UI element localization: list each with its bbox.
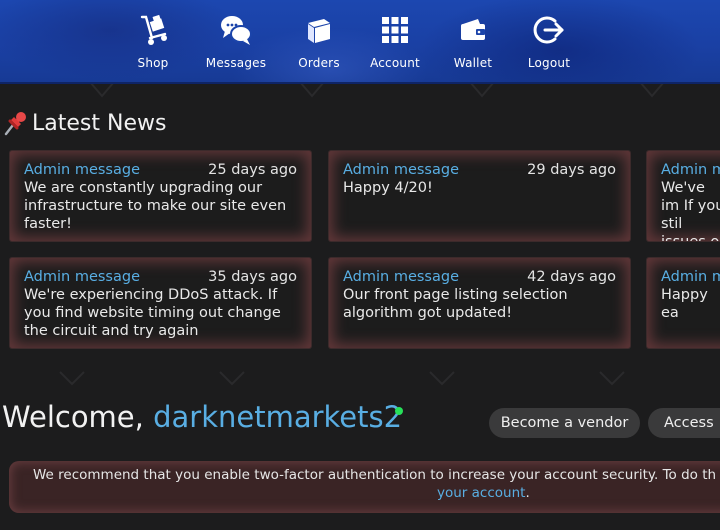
alert-line-2: your account. — [437, 485, 530, 501]
news-card: Admin message 29 days ago Happy 4/20! — [329, 151, 630, 241]
news-card-text: We're experiencing DDoS attack. If you f… — [24, 287, 281, 339]
nav-label-orders: Orders — [298, 56, 340, 70]
two-factor-alert: We recommend that you enable two-factor … — [9, 461, 720, 513]
username[interactable]: darknetmarkets2 — [153, 400, 402, 434]
access-button[interactable]: Access — [648, 408, 720, 438]
nav-wallet[interactable]: Wallet — [433, 12, 513, 76]
become-vendor-button[interactable]: Become a vendor — [489, 408, 640, 438]
nav-label-logout: Logout — [527, 56, 571, 70]
news-card-text: Happy 4/20! — [343, 180, 433, 196]
news-card: Admin me We've im If you stil issues o — [647, 151, 720, 241]
news-card-age: 25 days ago — [208, 162, 297, 178]
your-account-link[interactable]: your account — [437, 485, 525, 501]
news-card-text: Happy ea — [661, 287, 708, 321]
news-card-age: 29 days ago — [527, 162, 616, 178]
nav-messages[interactable]: Messages — [196, 12, 276, 76]
wallet-icon — [455, 12, 491, 48]
nav-label-messages: Messages — [205, 56, 267, 70]
online-status-dot — [395, 407, 403, 415]
nav-label-wallet: Wallet — [453, 56, 493, 70]
nav-label-account: Account — [370, 56, 420, 70]
news-card-author[interactable]: Admin message — [343, 161, 459, 179]
chat-bubbles-icon — [218, 12, 254, 48]
latest-news-title: Latest News — [32, 110, 167, 136]
nav-logout[interactable]: Logout — [509, 12, 589, 76]
news-card-age: 42 days ago — [527, 269, 616, 285]
news-card: Admin message 42 days ago Our front page… — [329, 258, 630, 348]
news-card: Admin message 35 days ago We're experien… — [10, 258, 311, 348]
alert-period: . — [525, 485, 530, 501]
nav-label-shop: Shop — [137, 56, 169, 70]
grid-icon — [377, 12, 413, 48]
nav-orders[interactable]: Orders — [279, 12, 359, 76]
alert-text: We recommend that you enable two-factor … — [33, 467, 717, 483]
news-card-age: 35 days ago — [208, 269, 297, 285]
news-card: Admin me Happy ea — [647, 258, 720, 348]
top-navigation: Shop Messages Orders Account Wallet Logo… — [0, 0, 720, 84]
news-card-author[interactable]: Admin message — [343, 268, 459, 286]
box-icon — [301, 12, 337, 48]
logout-icon — [531, 12, 567, 48]
news-card-author[interactable]: Admin me — [661, 268, 720, 286]
nav-shop[interactable]: Shop — [113, 12, 193, 76]
news-card: Admin message 25 days ago We are constan… — [10, 151, 311, 241]
news-card-author[interactable]: Admin me — [661, 161, 720, 179]
news-card-author[interactable]: Admin message — [24, 161, 140, 179]
news-card-text: We've im If you stil issues o — [661, 180, 720, 241]
nav-account[interactable]: Account — [355, 12, 435, 76]
trolley-icon — [135, 12, 171, 48]
news-card-author[interactable]: Admin message — [24, 268, 140, 286]
welcome-heading: Welcome, darknetmarkets2 — [2, 400, 402, 434]
pushpin-icon — [2, 110, 28, 136]
news-card-text: We are constantly upgrading our infrastr… — [24, 180, 287, 232]
latest-news-heading: Latest News — [2, 110, 166, 136]
news-card-text: Our front page listing selection algorit… — [343, 287, 568, 321]
welcome-prefix: Welcome, — [2, 400, 154, 434]
